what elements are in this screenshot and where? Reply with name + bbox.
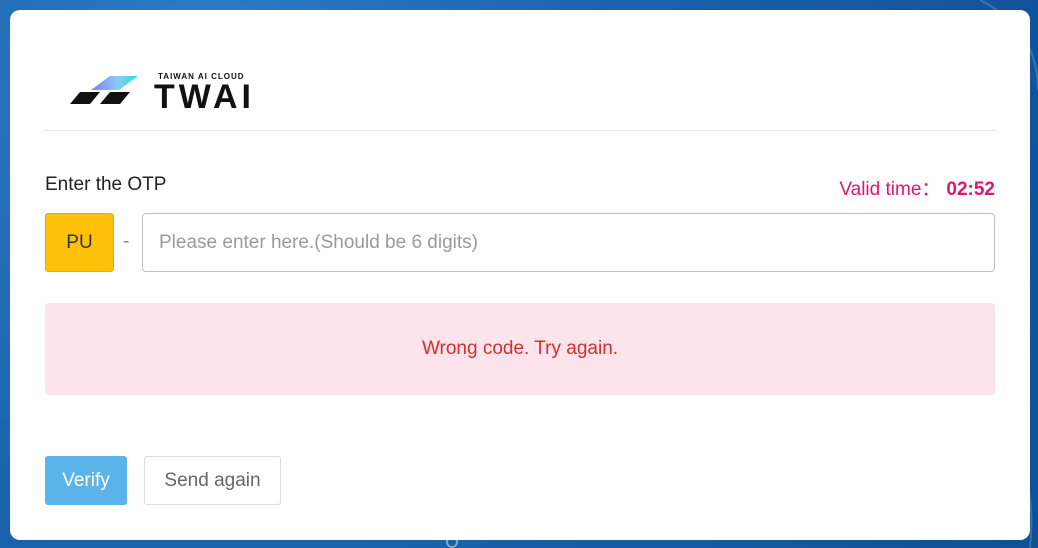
error-alert: Wrong code. Try again.	[45, 303, 995, 395]
send-again-button[interactable]: Send again	[144, 456, 281, 505]
error-message: Wrong code. Try again.	[421, 338, 619, 359]
verify-button[interactable]: Verify	[45, 456, 127, 505]
valid-time: Valid time： 02:52	[839, 174, 995, 201]
header-divider	[45, 130, 995, 131]
otp-label: Enter the OTP	[45, 174, 167, 195]
twai-logo-icon	[70, 76, 138, 104]
brand-wordmark: TWAI	[154, 80, 255, 110]
otp-card: TAIWAN AI CLOUD TWAI Enter the OTP Valid…	[10, 10, 1030, 540]
otp-input[interactable]	[142, 213, 995, 272]
valid-time-label: Valid time：	[839, 179, 941, 200]
svg-text:TWAI: TWAI	[154, 80, 255, 110]
otp-separator: -	[123, 231, 130, 252]
brand-logo: TAIWAN AI CLOUD TWAI	[66, 70, 316, 114]
valid-time-countdown: 02:52	[946, 179, 995, 200]
otp-prefix: PU	[45, 213, 114, 272]
